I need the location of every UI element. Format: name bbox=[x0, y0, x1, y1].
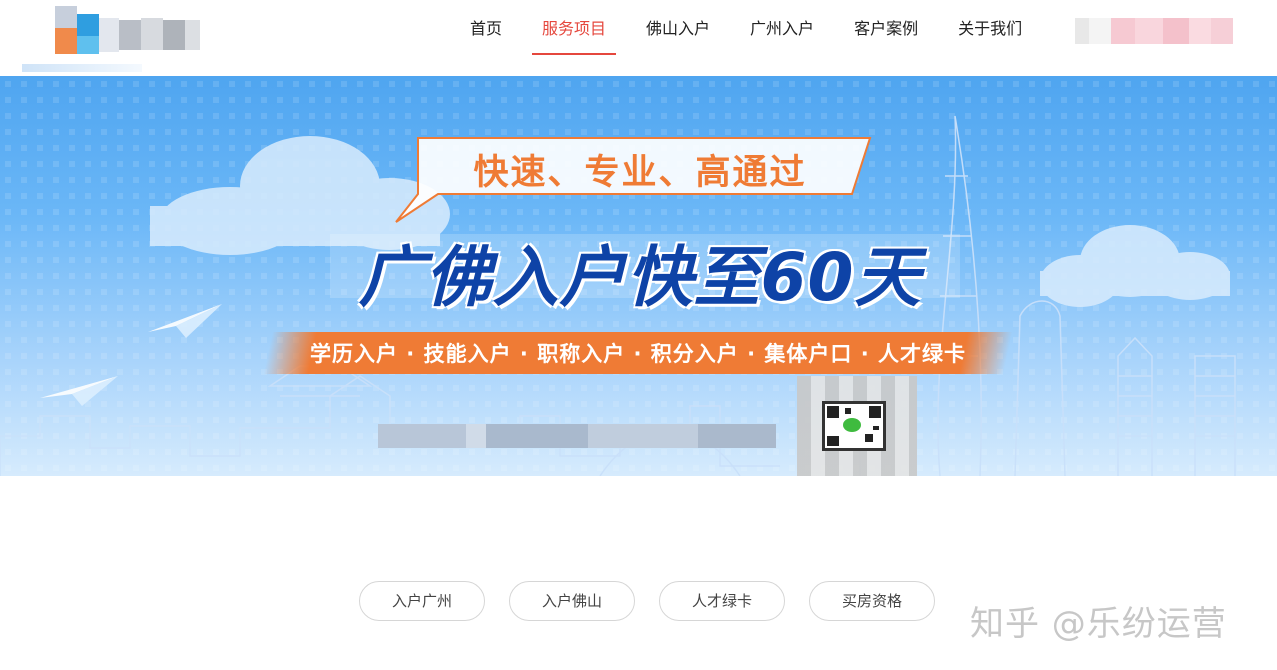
logo-blur-block bbox=[77, 14, 99, 36]
logo-blur-block bbox=[55, 6, 77, 28]
logo-blur-block bbox=[163, 20, 185, 50]
main-nav: 首页 服务项目 佛山入户 广州入户 客户案例 关于我们 bbox=[460, 0, 1052, 76]
contact-blurred bbox=[378, 424, 466, 448]
nav-foshan[interactable]: 佛山入户 bbox=[636, 0, 720, 58]
nav-services[interactable]: 服务项目 bbox=[532, 0, 617, 58]
hero-banner[interactable]: 快速、专业、高通过 广佛入户快至60天 学历入户 · 技能入户 · 职称入户 ·… bbox=[0, 76, 1277, 476]
qr-code bbox=[822, 401, 886, 451]
site-header: 首页 服务项目 佛山入户 广州入户 客户案例 关于我们 bbox=[0, 0, 1277, 76]
filter-foshan[interactable]: 入户佛山 bbox=[509, 581, 635, 621]
banner-title: 广佛入户快至60天 bbox=[358, 239, 922, 316]
logo-blur-block bbox=[141, 18, 163, 50]
nav-guangzhou[interactable]: 广州入户 bbox=[740, 0, 824, 58]
contact-blurred bbox=[588, 424, 698, 448]
phone-number-blurred bbox=[1075, 18, 1233, 44]
filter-talent-card[interactable]: 人才绿卡 bbox=[659, 581, 785, 621]
banner-tagline: 快速、专业、高通过 bbox=[473, 153, 807, 193]
logo-blur-block bbox=[119, 20, 141, 50]
category-filters: 入户广州 入户佛山 人才绿卡 买房资格 bbox=[359, 581, 959, 621]
logo-blur-block bbox=[55, 28, 77, 54]
nav-cases[interactable]: 客户案例 bbox=[844, 0, 928, 58]
wechat-qr-icon[interactable] bbox=[797, 376, 917, 476]
site-logo[interactable] bbox=[55, 6, 200, 56]
nav-about[interactable]: 关于我们 bbox=[948, 0, 1032, 58]
logo-blur-block bbox=[99, 18, 119, 52]
filter-guangzhou[interactable]: 入户广州 bbox=[359, 581, 485, 621]
filter-home-purchase[interactable]: 买房资格 bbox=[809, 581, 935, 621]
contact-blurred bbox=[466, 424, 486, 448]
contact-blurred bbox=[698, 424, 776, 448]
logo-blur-block bbox=[77, 36, 99, 54]
logo-underline bbox=[22, 64, 142, 72]
services-list: 学历入户 · 技能入户 · 职称入户 · 积分入户 · 集体户口 · 人才绿卡 bbox=[310, 342, 966, 366]
logo-blur-block bbox=[185, 20, 200, 50]
contact-blurred bbox=[486, 424, 588, 448]
zhihu-watermark: 知乎 @乐纷运营 bbox=[970, 604, 1227, 644]
nav-home[interactable]: 首页 bbox=[460, 0, 512, 58]
